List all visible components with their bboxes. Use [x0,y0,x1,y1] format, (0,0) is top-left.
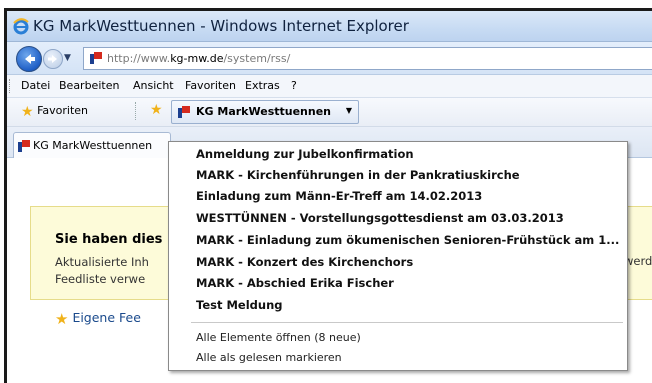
menu-help[interactable]: ? [291,79,297,92]
favorites-bar: ★ Favoriten ★ KG MarkWesttuennen ▼ [7,98,652,127]
menu-extras[interactable]: Extras [245,79,280,92]
notice-text-fragment: werd [624,254,652,268]
feed-item[interactable]: WESTTÜNNEN - Vorstellungsgottesdienst am… [169,208,627,229]
title-bar: KG MarkWesttuennen - Windows Internet Ex… [7,11,652,42]
site-favicon-icon [90,52,102,64]
toolbar-grip [9,79,12,93]
toolbar-separator [135,102,136,120]
history-dropdown-icon[interactable]: ▼ [64,53,71,63]
menu-separator [191,322,623,323]
feed-item[interactable]: MARK - Konzert des Kirchenchors [169,252,627,273]
own-feeds-link[interactable]: ★ Eigene Fee [55,310,141,328]
menu-datei[interactable]: Datei [21,79,50,92]
tab-kg-markwesttuennen[interactable]: KG MarkWesttuennen [13,132,171,158]
url-text: http://www.kg-mw.de/system/rss/ [107,52,291,65]
internet-explorer-icon [13,18,29,35]
forward-button[interactable] [43,49,63,69]
notice-title: Sie haben dies [55,232,163,247]
favorites-button[interactable]: ★ Favoriten [21,104,88,120]
add-to-favorites-bar-icon[interactable]: ★ [150,102,163,118]
address-bar: ▼ http://www.kg-mw.de/system/rss/ [7,42,652,75]
site-favicon-icon [18,140,30,152]
menu-ansicht[interactable]: Ansicht [133,79,174,92]
star-icon: ★ [21,104,34,120]
back-button[interactable] [16,46,42,72]
window-title: KG MarkWesttuennen - Windows Internet Ex… [33,17,409,35]
feed-dropdown-button[interactable]: KG MarkWesttuennen ▼ [171,100,359,124]
feed-item[interactable]: Anmeldung zur Jubelkonfirmation [169,144,627,165]
menu-bar: Datei Bearbeiten Ansicht Favoriten Extra… [7,75,652,98]
feed-item[interactable]: Test Meldung [169,295,627,316]
feed-item[interactable]: MARK - Einladung zum ökumenischen Senior… [169,230,627,251]
menu-bearbeiten[interactable]: Bearbeiten [59,79,119,92]
chevron-down-icon: ▼ [345,106,352,115]
feed-item[interactable]: MARK - Abschied Erika Fischer [169,273,627,294]
feed-item[interactable]: MARK - Kirchenführungen in der Pankratiu… [169,165,627,186]
mark-all-read[interactable]: Alle als gelesen markieren [169,348,627,368]
star-icon: ★ [55,310,69,328]
feed-item[interactable]: Einladung zum Männ-Er-Treff am 14.02.201… [169,186,627,207]
arrow-right-icon [48,55,57,63]
notice-text: Aktualisierte Inh Feedliste verwe [55,255,149,286]
arrow-left-icon [25,54,35,64]
feed-dropdown-menu: Anmeldung zur Jubelkonfirmation MARK - K… [168,141,628,371]
tab-label: KG MarkWesttuennen [33,139,153,152]
site-favicon-icon [178,106,190,118]
url-field[interactable]: http://www.kg-mw.de/system/rss/ [83,47,652,70]
open-all-items[interactable]: Alle Elemente öffnen (8 neue) [169,328,627,348]
feed-button-label: KG MarkWesttuennen [196,105,332,118]
menu-favoriten[interactable]: Favoriten [185,79,236,92]
